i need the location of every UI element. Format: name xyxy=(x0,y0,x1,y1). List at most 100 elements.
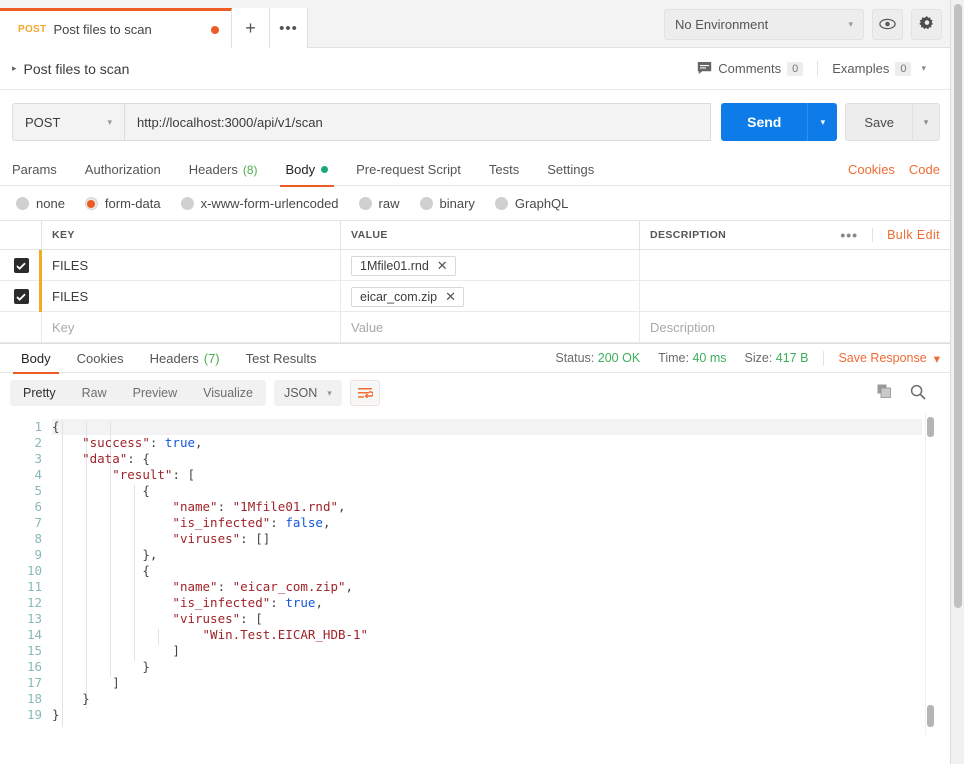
view-mode-visualize[interactable]: Visualize xyxy=(190,380,266,406)
row-enabled-checkbox[interactable] xyxy=(0,281,42,312)
new-tab-button[interactable]: + xyxy=(232,8,270,48)
save-button[interactable]: Save xyxy=(845,103,912,141)
row-value-input[interactable]: eicar_com.zip ✕ xyxy=(341,281,640,312)
search-response-button[interactable] xyxy=(910,384,926,403)
row-enabled-checkbox[interactable] xyxy=(0,250,42,281)
tab-headers[interactable]: Headers (8) xyxy=(175,154,272,186)
bulk-edit-button[interactable]: Bulk Edit xyxy=(872,228,940,242)
response-body-viewer[interactable]: 1 2 3 4 5 6 7 8 9 10 11 12 13 14 15 16 17 18 19 { "success… xyxy=(0,413,950,735)
copy-to-clipboard-button[interactable] xyxy=(877,384,892,402)
empty-row-key-input[interactable]: Key xyxy=(42,312,341,343)
chevron-right-icon[interactable]: ▸ xyxy=(12,63,17,74)
code-line: "is_infected": false, xyxy=(52,515,950,531)
response-tab-headers[interactable]: Headers (7) xyxy=(137,343,233,373)
code-token-str: "Win.Test.EICAR_HDB-1" xyxy=(202,627,369,642)
http-method-value: POST xyxy=(25,114,61,130)
code-token-punc: : xyxy=(270,515,286,530)
body-type-none-label: none xyxy=(36,196,65,211)
row-value-input[interactable]: 1Mfile01.rnd ✕ xyxy=(341,250,640,281)
environment-quick-look-button[interactable] xyxy=(872,8,903,40)
request-url-value: http://localhost:3000/api/v1/scan xyxy=(137,114,323,130)
tab-params[interactable]: Params xyxy=(12,154,71,186)
body-type-none[interactable]: none xyxy=(16,196,65,211)
send-options-button[interactable]: ▾ xyxy=(807,103,838,141)
empty-row-value-input[interactable]: Value xyxy=(341,312,640,343)
view-mode-preview[interactable]: Preview xyxy=(120,380,190,406)
line-number: 1 xyxy=(34,419,42,434)
page-scrollbar-thumb[interactable] xyxy=(954,4,962,608)
row-key-input[interactable]: FILES xyxy=(42,281,341,312)
table-row-empty[interactable]: Key Value Description xyxy=(0,312,950,343)
view-mode-raw[interactable]: Raw xyxy=(69,380,120,406)
request-url-input[interactable]: http://localhost:3000/api/v1/scan xyxy=(124,103,712,141)
view-mode-pretty[interactable]: Pretty xyxy=(10,380,69,406)
send-button[interactable]: Send xyxy=(721,103,808,141)
save-options-button[interactable]: ▾ xyxy=(912,103,940,141)
table-row[interactable]: FILES 1Mfile01.rnd ✕ xyxy=(0,250,950,281)
remove-file-icon[interactable]: ✕ xyxy=(445,290,456,303)
code-token-punc: { xyxy=(142,563,150,578)
body-type-binary[interactable]: binary xyxy=(419,196,475,211)
word-wrap-toggle[interactable] xyxy=(349,380,380,406)
examples-button[interactable]: Examples 0 ▾ xyxy=(817,61,940,76)
response-tab-cookies[interactable]: Cookies xyxy=(64,343,137,373)
save-response-label: Save Response xyxy=(838,351,927,365)
line-number: 18 xyxy=(26,691,42,706)
code-line: "data": { xyxy=(52,451,950,467)
code-token-punc: : { xyxy=(127,451,150,466)
empty-row-description-input[interactable]: Description xyxy=(640,312,950,343)
comments-button[interactable]: Comments 0 xyxy=(683,61,817,76)
body-type-graphql[interactable]: GraphQL xyxy=(494,196,569,211)
response-tab-test-results[interactable]: Test Results xyxy=(233,343,330,373)
code-link[interactable]: Code xyxy=(909,162,940,177)
save-response-button[interactable]: Save Response ▾ xyxy=(823,350,940,366)
header-description-label: DESCRIPTION xyxy=(650,229,727,241)
table-row[interactable]: FILES eicar_com.zip ✕ xyxy=(0,281,950,312)
body-type-raw-label: raw xyxy=(378,196,400,211)
tab-method-label: POST xyxy=(18,24,47,35)
tab-settings[interactable]: Settings xyxy=(533,154,608,186)
http-method-select[interactable]: POST ▾ xyxy=(12,103,124,141)
request-tab-post-files-to-scan[interactable]: POST Post files to scan xyxy=(0,8,232,48)
body-type-raw[interactable]: raw xyxy=(358,196,400,211)
environment-selector[interactable]: No Environment ▾ xyxy=(664,8,864,40)
line-number: 6 xyxy=(34,499,42,514)
response-tab-body[interactable]: Body xyxy=(8,343,64,374)
row-key-input[interactable]: FILES xyxy=(42,250,341,281)
table-options-button[interactable]: ••• xyxy=(826,227,872,243)
code-line: "name": "1Mfile01.rnd", xyxy=(52,499,950,515)
body-type-x-www-form-urlencoded[interactable]: x-www-form-urlencoded xyxy=(180,196,339,211)
row-description-input[interactable] xyxy=(640,250,950,281)
file-chip[interactable]: 1Mfile01.rnd ✕ xyxy=(351,255,456,276)
copy-icon xyxy=(877,384,891,398)
response-format-select[interactable]: JSON ▾ xyxy=(273,380,342,406)
settings-button[interactable] xyxy=(911,8,942,40)
file-chip[interactable]: eicar_com.zip ✕ xyxy=(351,286,465,307)
page-scrollbar[interactable] xyxy=(950,0,964,764)
tab-more-options-button[interactable]: ••• xyxy=(270,8,308,48)
code-token-key: "is_infected" xyxy=(172,595,271,610)
body-type-graphql-label: GraphQL xyxy=(514,196,569,211)
search-icon xyxy=(910,384,926,400)
line-number: 17 xyxy=(26,675,42,690)
tab-authorization[interactable]: Authorization xyxy=(71,154,175,186)
tab-body[interactable]: Body xyxy=(272,154,343,187)
code-token-key: "name" xyxy=(172,499,218,514)
table-header-actions: ••• Bulk Edit xyxy=(826,227,950,243)
code-token-punc: } xyxy=(82,691,90,706)
tab-tests[interactable]: Tests xyxy=(475,154,533,186)
remove-file-icon[interactable]: ✕ xyxy=(437,259,448,272)
code-vertical-scrollbar-thumb[interactable] xyxy=(927,417,934,437)
code-line: } xyxy=(52,707,950,723)
body-type-form-data[interactable]: form-data xyxy=(84,196,161,211)
cookies-link[interactable]: Cookies xyxy=(848,162,895,177)
tab-pre-request-script[interactable]: Pre-request Script xyxy=(342,154,475,186)
chevron-down-icon[interactable]: ▾ xyxy=(921,63,926,74)
response-time-label: Time: xyxy=(658,351,689,365)
code-minimap-marker[interactable] xyxy=(927,705,934,727)
row-description-input[interactable] xyxy=(640,281,950,312)
tab-authorization-label: Authorization xyxy=(84,162,161,177)
